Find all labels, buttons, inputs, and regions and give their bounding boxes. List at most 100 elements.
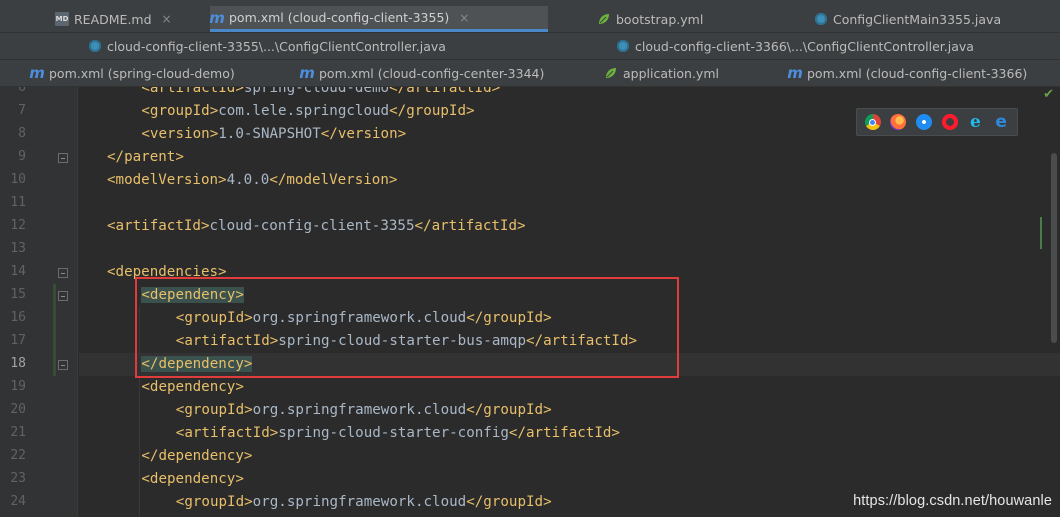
line-number: 15: [10, 287, 26, 302]
maven-icon: m: [787, 64, 803, 82]
code-line[interactable]: </parent>: [79, 146, 1060, 169]
editor-tab[interactable]: cloud-config-client-3355\...\ConfigClien…: [88, 33, 548, 59]
line-number: 9: [18, 149, 26, 164]
tab-label: cloud-config-client-3366\...\ConfigClien…: [635, 38, 974, 54]
java-class-icon: [814, 12, 828, 26]
line-number: 19: [10, 379, 26, 394]
code-line[interactable]: </dependency>: [79, 445, 1060, 468]
close-tab-icon[interactable]: ×: [162, 12, 172, 26]
editor-tab[interactable]: MD README.md ×: [55, 6, 211, 32]
xml-tag: </artifactId>: [414, 218, 526, 234]
code-line[interactable]: <dependency>: [79, 376, 1060, 399]
xml-tag: <dependency>: [141, 471, 244, 487]
change-marker: [1040, 217, 1042, 249]
xml-tag: </artifactId>: [526, 333, 638, 349]
line-number: 7: [18, 103, 26, 118]
editor-tab[interactable]: m pom.xml (cloud-config-client-3366): [787, 60, 1060, 86]
close-tab-icon[interactable]: ×: [459, 11, 469, 25]
editor-tab[interactable]: ConfigClientMain3355.java: [814, 6, 1060, 32]
editor-tab[interactable]: m pom.xml (cloud-config-center-3344): [299, 60, 600, 86]
safari-icon[interactable]: [916, 114, 933, 130]
xml-tag: <artifactId>: [175, 333, 279, 349]
code-line[interactable]: <modelVersion>4.0.0</modelVersion>: [79, 169, 1060, 192]
markdown-icon: MD: [55, 12, 69, 26]
code-line[interactable]: <dependencies>: [79, 261, 1060, 284]
code-line[interactable]: [79, 192, 1060, 215]
line-number: 12: [10, 218, 26, 233]
editor-tab-row-2: cloud-config-client-3355\...\ConfigClien…: [0, 33, 1060, 60]
line-number: 17: [10, 333, 26, 348]
code-line[interactable]: <artifactId>spring-cloud-starter-bus-amq…: [79, 330, 1060, 353]
ide-window: MD README.md × m pom.xml (cloud-config-clien…: [0, 0, 1060, 517]
xml-text: org.springframework.cloud: [252, 310, 467, 326]
line-number: 23: [10, 471, 26, 486]
xml-tag: </dependency>: [141, 356, 253, 372]
xml-tag: </artifactId>: [389, 87, 501, 96]
tab-label: pom.xml (cloud-config-client-3355): [229, 10, 450, 25]
code-line[interactable]: <groupId>org.springframework.cloud</grou…: [79, 399, 1060, 422]
xml-tag: </groupId>: [466, 310, 552, 326]
xml-tag: <groupId>: [175, 402, 253, 418]
spring-leaf-icon: [597, 12, 611, 26]
maven-icon: m: [209, 8, 225, 27]
code-line[interactable]: </dependency>: [79, 353, 1060, 376]
code-line[interactable]: <artifactId>cloud-config-client-3355</ar…: [79, 215, 1060, 238]
line-number: 10: [10, 172, 26, 187]
xml-tag: <dependency>: [141, 379, 244, 395]
code-editor[interactable]: 678910111213141516171819202122232425 <ar…: [0, 87, 1060, 517]
code-line[interactable]: [79, 238, 1060, 261]
inspection-ok-icon[interactable]: ✔: [1043, 87, 1054, 102]
xml-tag: <groupId>: [175, 494, 253, 510]
code-area[interactable]: <artifactId>spring-cloud-demo</artifactI…: [79, 87, 1060, 517]
xml-text: cloud-config-client-3355: [209, 218, 415, 234]
chrome-icon[interactable]: [864, 114, 881, 130]
code-line[interactable]: <groupId>org.springframework.cloud</grou…: [79, 307, 1060, 330]
xml-tag: </modelVersion>: [269, 172, 398, 188]
editor-tab[interactable]: bootstrap.yml: [597, 6, 805, 32]
tab-label: README.md: [74, 11, 152, 27]
xml-text: 4.0.0: [226, 172, 270, 188]
editor-tab[interactable]: m pom.xml (spring-cloud-demo): [29, 60, 270, 86]
xml-tag: <dependency>: [141, 287, 244, 303]
editor-tab-row-1: MD README.md × m pom.xml (cloud-config-clien…: [0, 6, 1060, 33]
code-line[interactable]: <dependency>: [79, 468, 1060, 491]
xml-text: org.springframework.cloud: [252, 494, 467, 510]
xml-text: spring-cloud-demo: [243, 87, 390, 96]
xml-tag: <artifactId>: [175, 425, 279, 441]
editor-tab[interactable]: application.yml: [604, 60, 784, 86]
line-number: 8: [18, 126, 26, 141]
ie-icon[interactable]: e: [967, 114, 983, 131]
firefox-icon[interactable]: [890, 114, 907, 130]
open-in-browser-toolbar: ee: [856, 108, 1018, 136]
vcs-change-bar: [53, 284, 56, 376]
xml-text: com.lele.springcloud: [218, 103, 390, 119]
tab-label: pom.xml (cloud-config-client-3366): [807, 65, 1028, 81]
vertical-scrollbar[interactable]: [1051, 153, 1057, 343]
tab-label: bootstrap.yml: [616, 11, 704, 27]
opera-icon[interactable]: [941, 114, 958, 130]
code-line[interactable]: <artifactId>spring-cloud-demo</artifactI…: [79, 87, 1060, 100]
fold-toggle-icon[interactable]: [58, 153, 68, 163]
xml-tag: </parent>: [107, 149, 184, 165]
editor-tab[interactable]: cloud-config-client-3366\...\ConfigClien…: [616, 33, 1060, 59]
watermark: https://blog.csdn.net/houwanle: [853, 493, 1052, 509]
xml-tag: </groupId>: [466, 494, 552, 510]
edge-icon[interactable]: e: [993, 114, 1009, 131]
code-line[interactable]: <dependency>: [79, 284, 1060, 307]
fold-toggle-icon[interactable]: [58, 268, 68, 278]
tab-label: ConfigClientMain3355.java: [833, 11, 1002, 27]
editor-tab[interactable]: m pom.xml (cloud-config-client-3355) ×: [209, 6, 548, 32]
code-line[interactable]: <artifactId>spring-cloud-starter-config<…: [79, 422, 1060, 445]
java-class-icon: [88, 39, 102, 53]
xml-tag: <groupId>: [175, 310, 253, 326]
xml-text: 1.0-SNAPSHOT: [218, 126, 321, 142]
line-number: 11: [10, 195, 26, 210]
xml-tag: </dependency>: [141, 448, 253, 464]
fold-toggle-icon[interactable]: [58, 360, 68, 370]
line-number: 16: [10, 310, 26, 325]
fold-toggle-icon[interactable]: [58, 291, 68, 301]
spring-leaf-icon: [604, 66, 618, 80]
line-number-gutter: 678910111213141516171819202122232425: [0, 87, 78, 517]
xml-tag: <modelVersion>: [107, 172, 227, 188]
line-number: 21: [10, 425, 26, 440]
